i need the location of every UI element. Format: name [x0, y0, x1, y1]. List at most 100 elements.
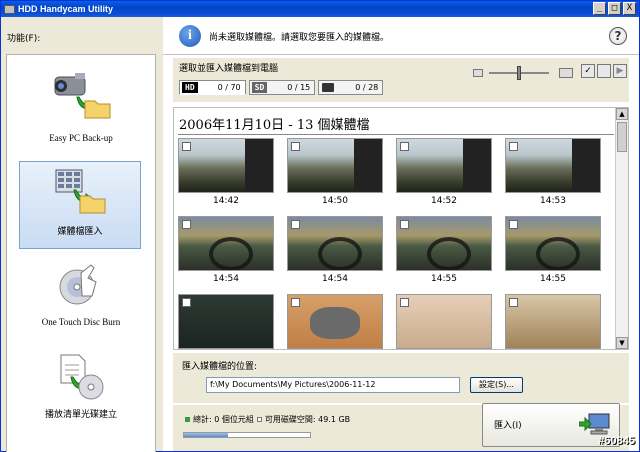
thumbnail-time: 14:55: [431, 274, 457, 284]
scroll-down-icon[interactable]: ▼: [616, 337, 628, 349]
thumbnail-checkbox[interactable]: [400, 142, 409, 151]
thumbnail[interactable]: [178, 294, 274, 349]
camera-icon: [322, 83, 335, 92]
tab-count: 0 / 28: [355, 83, 379, 92]
deselect-all-icon[interactable]: [597, 64, 611, 78]
help-button[interactable]: ?: [609, 27, 627, 45]
thumbnail-checkbox[interactable]: [509, 220, 518, 229]
thumbnail-time: 14:52: [431, 196, 457, 206]
tab-hd[interactable]: HD 0 / 70: [179, 80, 246, 95]
thumbnail-checkbox[interactable]: [182, 220, 191, 229]
vertical-scrollbar[interactable]: ▲ ▼: [615, 108, 628, 349]
disc-touch-icon: [59, 264, 97, 305]
sidebar-item-one-touch-disc-burn[interactable]: One Touch Disc Burn: [7, 257, 155, 345]
thumbnail-time: 14:55: [540, 274, 566, 284]
slider-track[interactable]: [489, 66, 549, 80]
toolbar-title: 選取並匯入媒體檔到電腦: [179, 64, 279, 74]
app-window: HDD Handycam Utility _ □ X 功能(F): Easy P…: [0, 0, 640, 452]
disk-usage-bar: [183, 432, 311, 438]
watermark: #60845: [598, 435, 635, 447]
disk-usage-fill: [184, 433, 229, 437]
thumbnail[interactable]: [396, 294, 492, 349]
sd-badge: SD: [251, 82, 268, 93]
thumbnail-time: 14:54: [213, 274, 239, 284]
window-title: HDD Handycam Utility: [18, 4, 114, 14]
tab-count: 0 / 15: [287, 83, 311, 92]
total-size: 總計: 0 個位元組: [193, 415, 254, 424]
function-label: 功能(F):: [7, 34, 41, 44]
document-to-disc-icon: [60, 354, 104, 400]
sidebar-item-easy-pc-backup[interactable]: Easy PC Back-up: [7, 63, 155, 151]
sidebar-item-label: Easy PC Back-up: [49, 133, 113, 143]
thumbnail[interactable]: [505, 138, 601, 193]
tab-photo[interactable]: 0 / 28: [318, 80, 384, 95]
camera-to-folder-icon: [54, 73, 111, 119]
thumbnail-checkbox[interactable]: [291, 142, 300, 151]
close-button[interactable]: X: [623, 2, 636, 15]
free-legend-icon: [256, 417, 262, 422]
function-sidebar: 功能(F): Easy PC Back-up 媒體檔匯入 One Touch D…: [1, 17, 161, 452]
thumbnail-time: 14:42: [213, 196, 239, 206]
scroll-thumb[interactable]: [617, 122, 627, 152]
thumbnail-checkbox[interactable]: [400, 298, 409, 307]
thumbnail-time: 14:54: [322, 274, 348, 284]
thumbnail[interactable]: [287, 294, 383, 349]
sidebar-item-label: One Touch Disc Burn: [41, 317, 121, 327]
total-legend-icon: [185, 417, 190, 422]
thumbnail[interactable]: [505, 294, 601, 349]
window-controls: _ □ X: [593, 2, 636, 15]
settings-button[interactable]: 設定(S)...: [470, 377, 523, 393]
maximize-button[interactable]: □: [608, 2, 621, 15]
thumbnail-checkbox[interactable]: [182, 298, 191, 307]
date-group-header: 2006年11月10日 - 13 個媒體檔: [179, 118, 370, 133]
app-icon: [4, 4, 15, 14]
sidebar-item-label: 播放清單光碟建立: [44, 409, 117, 419]
title-bar[interactable]: HDD Handycam Utility _ □ X: [1, 1, 639, 17]
thumbnail[interactable]: [287, 216, 383, 271]
select-all-checkbox-icon[interactable]: ✓: [581, 64, 595, 78]
thumbnail-size-slider[interactable]: [473, 63, 573, 83]
thumbnail-time: 14:50: [322, 196, 348, 206]
large-thumbnail-icon: [559, 68, 573, 78]
tab-count: 0 / 70: [217, 83, 241, 92]
tab-sd[interactable]: SD 0 / 15: [248, 80, 316, 95]
scroll-up-icon[interactable]: ▲: [616, 108, 628, 120]
status-section: 總計: 0 個位元組 可用磁碟空間: 49.1 GB 匯入(I): [173, 403, 629, 451]
thumbnail[interactable]: [505, 216, 601, 271]
import-location-label: 匯入媒體檔的位置:: [182, 362, 258, 372]
thumbnail[interactable]: [396, 138, 492, 193]
thumbnail-checkbox[interactable]: [291, 220, 300, 229]
main-panel: i 尚未選取媒體檔。請選取您要匯入的媒體檔。 ? 選取並匯入媒體檔到電腦 HD …: [163, 17, 639, 451]
sidebar-item-media-import[interactable]: 媒體檔匯入: [19, 161, 141, 249]
thumbnail-checkbox[interactable]: [400, 220, 409, 229]
thumbnail[interactable]: [178, 216, 274, 271]
import-button-label: 匯入(I): [494, 421, 522, 431]
thumbnail[interactable]: [287, 138, 383, 193]
thumbnail-gallery: 2006年11月10日 - 13 個媒體檔 14:42 14:50 14:52 14:…: [173, 107, 629, 350]
media-toolbar: 選取並匯入媒體檔到電腦 HD 0 / 70 SD 0 / 15 0 / 28 ✓…: [173, 58, 629, 102]
sidebar-item-label: 媒體檔匯入: [57, 226, 103, 236]
import-path-field[interactable]: f:\My Documents\My Pictures\2006-11-12: [206, 377, 460, 393]
info-message: 尚未選取媒體檔。請選取您要匯入的媒體檔。: [209, 33, 390, 43]
files-to-folder-icon: [55, 169, 106, 214]
media-tabs: HD 0 / 70 SD 0 / 15 0 / 28: [179, 80, 386, 95]
thumbnail-time: 14:53: [540, 196, 566, 206]
sidebar-item-playlist-disc[interactable]: 播放清單光碟建立: [7, 347, 155, 435]
thumbnail[interactable]: [396, 216, 492, 271]
thumbnail-checkbox[interactable]: [182, 142, 191, 151]
thumbnail-checkbox[interactable]: [509, 142, 518, 151]
import-location-section: 匯入媒體檔的位置: f:\My Documents\My Pictures\20…: [173, 353, 629, 403]
play-icon[interactable]: ▶: [613, 64, 627, 78]
small-thumbnail-icon: [473, 69, 483, 77]
hd-badge: HD: [182, 82, 198, 93]
thumbnail-checkbox[interactable]: [509, 298, 518, 307]
minimize-button[interactable]: _: [593, 2, 606, 15]
thumbnail-checkbox[interactable]: [291, 298, 300, 307]
info-icon: i: [179, 25, 201, 47]
info-bar: i 尚未選取媒體檔。請選取您要匯入的媒體檔。 ?: [163, 17, 639, 55]
divider: [178, 134, 614, 135]
free-space: 可用磁碟空間: 49.1 GB: [264, 415, 351, 424]
thumbnail[interactable]: [178, 138, 274, 193]
slider-thumb[interactable]: [517, 66, 521, 80]
storage-stats: 總計: 0 個位元組 可用磁碟空間: 49.1 GB: [182, 414, 350, 425]
